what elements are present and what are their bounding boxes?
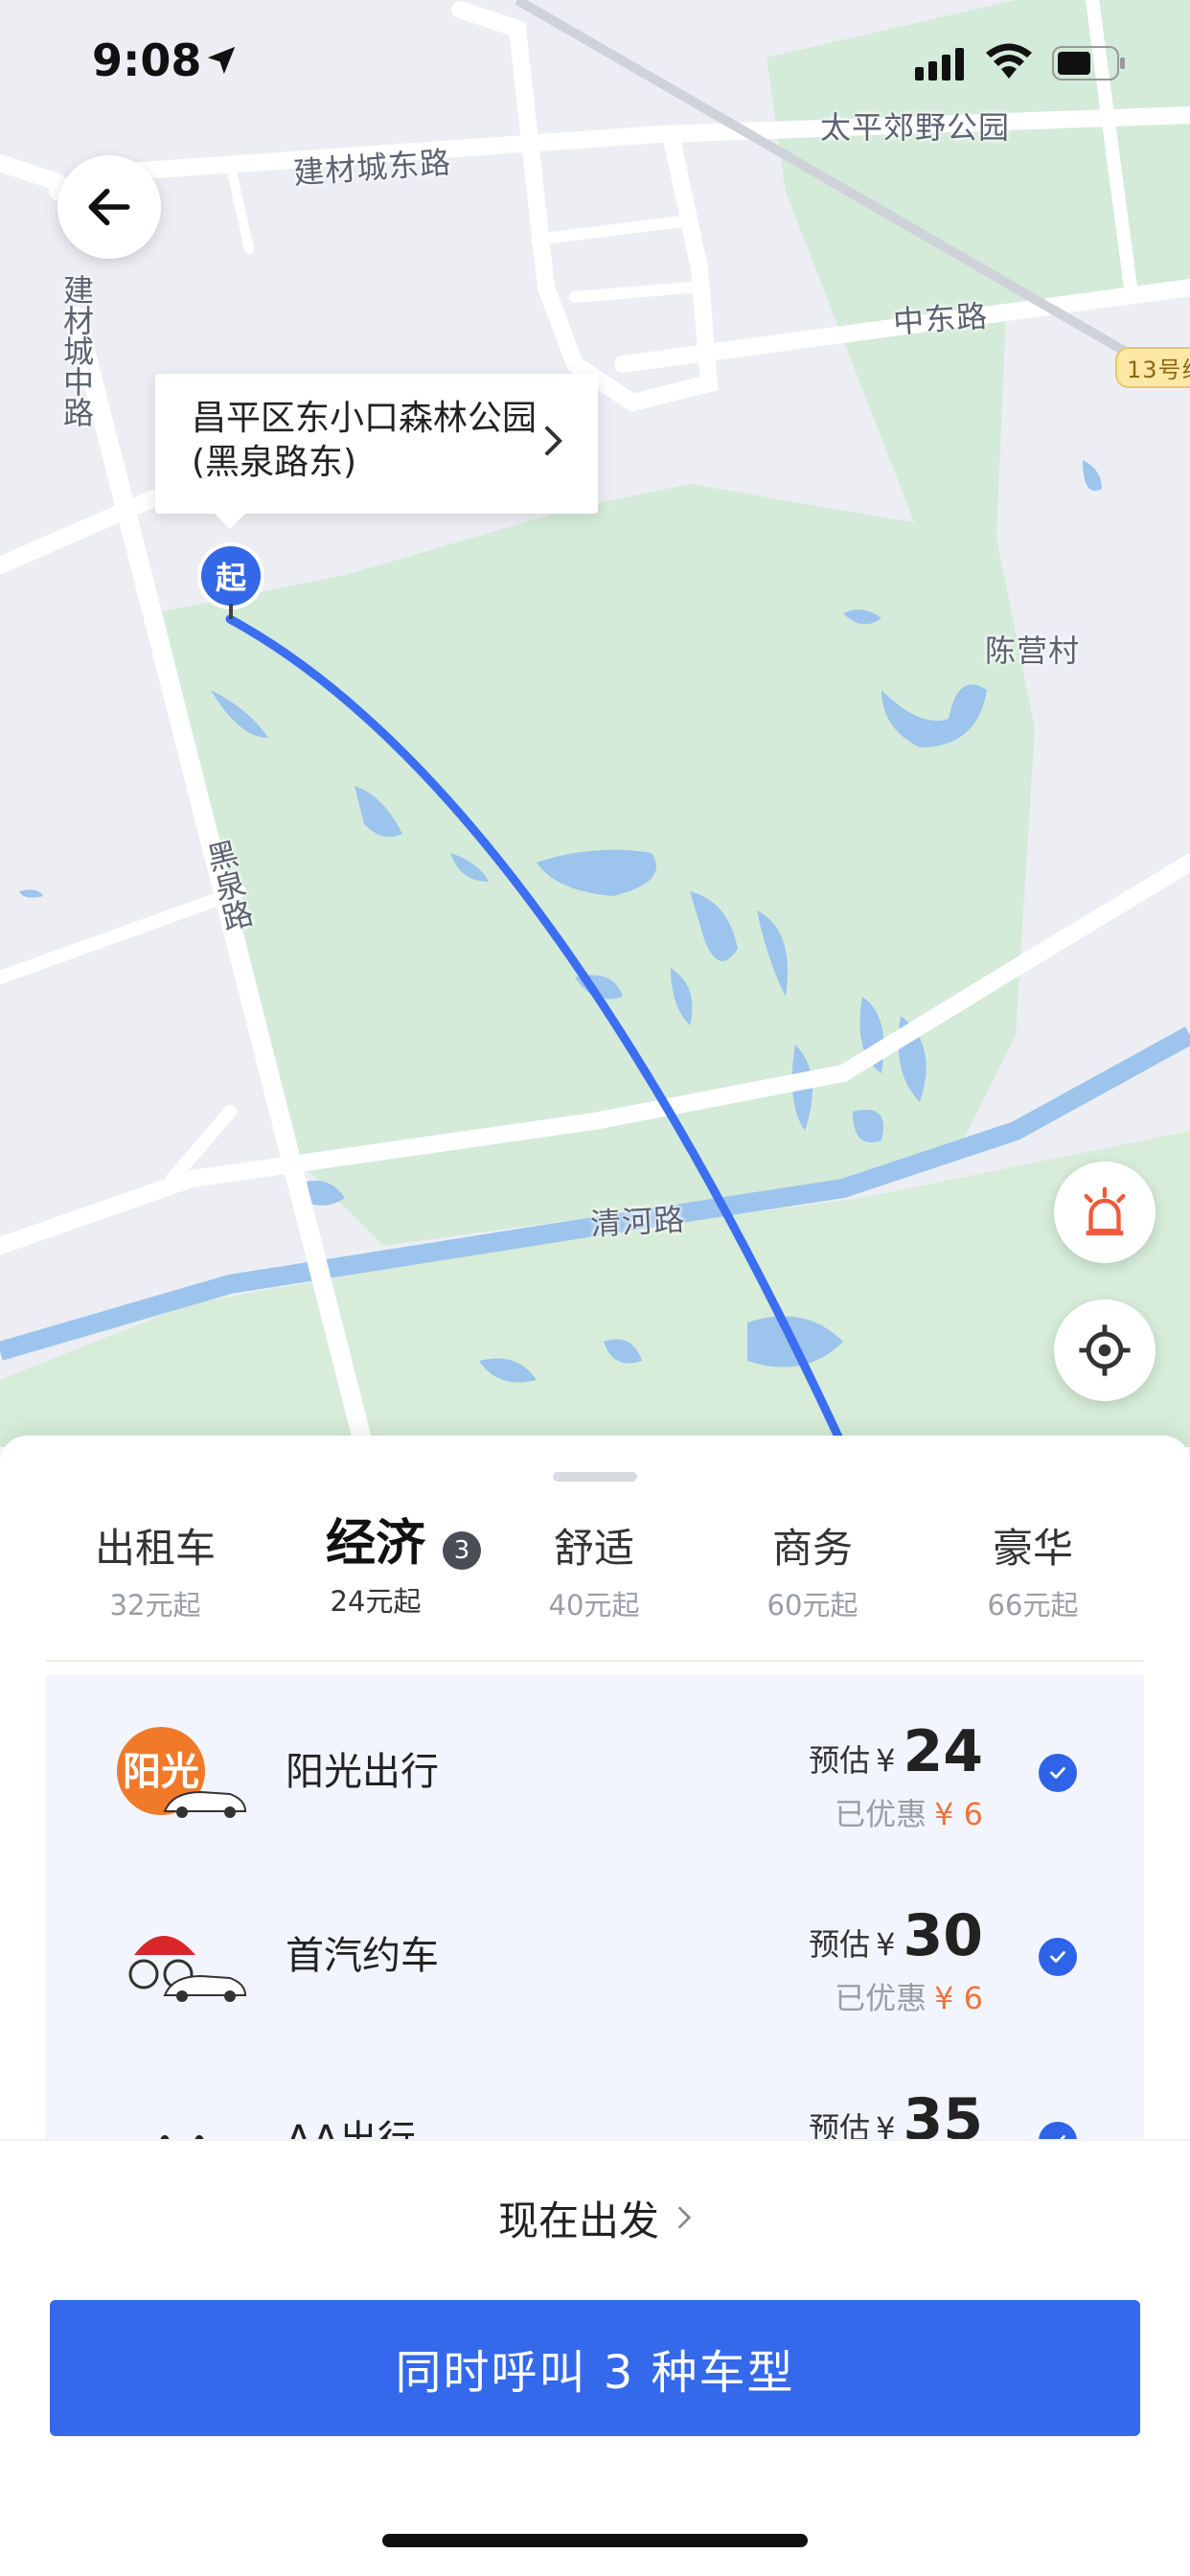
provider-checkbox[interactable] bbox=[1039, 1754, 1077, 1792]
provider-row-aa[interactable]: AA出行 预估 ¥ 35 bbox=[46, 2043, 1144, 2139]
estimate-price: 24 bbox=[903, 1718, 984, 1785]
tab-label: 商务 bbox=[771, 1525, 853, 1572]
currency-symbol: ¥ bbox=[876, 1926, 896, 1963]
estimate-price: 30 bbox=[903, 1902, 984, 1969]
departure-time-selector[interactable]: 现在出发 bbox=[0, 2139, 1190, 2294]
discount-label: 已优惠 bbox=[835, 1980, 927, 2016]
map-label-taiping-park: 太平郊野公园 bbox=[820, 109, 1011, 146]
tab-luxury[interactable]: 豪华 66元起 bbox=[937, 1510, 1129, 1623]
estimate-price: 35 bbox=[903, 2086, 984, 2139]
safety-alarm-button[interactable] bbox=[1054, 1162, 1156, 1263]
provider-estimate: 预估 ¥ 35 bbox=[809, 2089, 983, 2139]
cellular-signal-icon bbox=[915, 48, 964, 80]
status-time: 9:08 bbox=[92, 34, 202, 86]
tab-comfort[interactable]: 舒适 40元起 bbox=[498, 1510, 690, 1623]
ride-options-sheet: 出租车 32元起 经济 24元起 3 舒适 40元起 商务 60元起 豪华 66… bbox=[0, 1436, 1190, 2576]
sheet-grabber[interactable] bbox=[553, 1472, 637, 1482]
alarm-icon bbox=[1084, 1186, 1126, 1236]
arrow-left-icon bbox=[88, 188, 130, 226]
discount-amount: ¥ 6 bbox=[934, 1796, 983, 1832]
tab-taxi[interactable]: 出租车 32元起 bbox=[59, 1510, 251, 1623]
crosshair-icon bbox=[1079, 1324, 1131, 1376]
provider-row-yangguang[interactable]: 阳光 阳光出行 预估 ¥ 24 已优惠 ¥ 6 bbox=[46, 1675, 1144, 1857]
check-icon bbox=[1060, 2135, 1065, 2139]
provider-checkbox[interactable] bbox=[1039, 2122, 1077, 2139]
provider-row-shouqi[interactable]: 首汽约车 预估 ¥ 30 已优惠 ¥ 6 bbox=[46, 1859, 1144, 2041]
provider-discount: 已优惠 ¥ 6 bbox=[835, 1790, 983, 1834]
tab-label: 出租车 bbox=[94, 1525, 216, 1572]
map-label-chenying-village: 陈营村 bbox=[985, 632, 1081, 669]
provider-estimate: 预估 ¥ 24 bbox=[809, 1721, 983, 1782]
back-button[interactable] bbox=[57, 155, 161, 259]
battery-icon bbox=[1052, 46, 1125, 80]
estimate-label: 预估 bbox=[809, 1926, 871, 1963]
check-icon bbox=[1050, 1951, 1065, 1963]
provider-discount: 已优惠 ¥ 6 bbox=[835, 1974, 983, 2018]
map-view[interactable]: 建材城东路 建材城中路 太平郊野公园 中东路 13号线 陈营村 黑泉路 清河路 … bbox=[0, 0, 1190, 1447]
logo-text: 阳光 bbox=[123, 1750, 199, 1794]
location-arrow-icon bbox=[207, 46, 236, 75]
provider-name: 首汽约车 bbox=[286, 1934, 439, 1978]
tab-economy[interactable]: 经济 24元起 bbox=[280, 1510, 471, 1620]
pickup-address: 昌平区东小口森林公园(黑泉路东) bbox=[192, 399, 538, 482]
tab-price: 66元起 bbox=[987, 1589, 1079, 1622]
yangguang-logo-icon: 阳光 bbox=[117, 1727, 247, 1818]
chevron-right-icon bbox=[677, 2206, 692, 2229]
check-icon bbox=[1050, 1767, 1065, 1779]
departure-time-label: 现在出发 bbox=[497, 2196, 659, 2244]
call-car-button[interactable]: 同时呼叫 3 种车型 bbox=[50, 2300, 1140, 2436]
car-type-tabs: 出租车 32元起 经济 24元起 3 舒适 40元起 商务 60元起 豪华 66… bbox=[46, 1510, 1144, 1662]
tab-price: 40元起 bbox=[548, 1589, 640, 1622]
tab-price: 24元起 bbox=[330, 1585, 422, 1618]
tab-business[interactable]: 商务 60元起 bbox=[717, 1510, 908, 1623]
shouqi-logo-icon bbox=[128, 1936, 247, 2002]
tab-economy-count-badge: 3 bbox=[443, 1531, 481, 1570]
start-marker: 起 bbox=[201, 546, 261, 606]
provider-estimate: 预估 ¥ 30 bbox=[809, 1905, 983, 1966]
map-label-zhongdong-road: 中东路 bbox=[891, 297, 990, 341]
estimate-label: 预估 bbox=[809, 1742, 871, 1779]
provider-name: AA出行 bbox=[286, 2108, 416, 2139]
tab-price: 60元起 bbox=[767, 1589, 858, 1622]
aa-logo-icon bbox=[160, 2135, 204, 2139]
pickup-location-card[interactable]: 昌平区东小口森林公园(黑泉路东) bbox=[155, 374, 598, 529]
tab-price: 32元起 bbox=[109, 1589, 201, 1622]
locate-me-button[interactable] bbox=[1054, 1300, 1156, 1401]
currency-symbol: ¥ bbox=[876, 2110, 896, 2139]
currency-symbol: ¥ bbox=[876, 1742, 896, 1779]
provider-name: 阳光出行 bbox=[286, 1750, 439, 1794]
tab-label: 舒适 bbox=[553, 1525, 634, 1572]
estimate-label: 预估 bbox=[809, 2110, 871, 2139]
map-label-qinghe-road: 清河路 bbox=[589, 1201, 687, 1243]
home-indicator[interactable] bbox=[382, 2534, 808, 2547]
provider-list: 阳光 阳光出行 预估 ¥ 24 已优惠 ¥ 6 首汽约车 预估 ¥ 30 已优惠… bbox=[46, 1675, 1144, 2139]
tab-label: 豪华 bbox=[992, 1525, 1073, 1572]
map-label-jiancai-middle-road: 建材城中路 bbox=[58, 274, 95, 427]
wifi-icon bbox=[986, 43, 1032, 79]
provider-checkbox[interactable] bbox=[1039, 1938, 1077, 1976]
start-marker-stem bbox=[229, 604, 233, 619]
discount-label: 已优惠 bbox=[835, 1796, 927, 1832]
discount-amount: ¥ 6 bbox=[934, 1980, 983, 2016]
chevron-right-icon bbox=[544, 426, 563, 456]
map-label-metro-line: 13号线 bbox=[1115, 347, 1190, 388]
